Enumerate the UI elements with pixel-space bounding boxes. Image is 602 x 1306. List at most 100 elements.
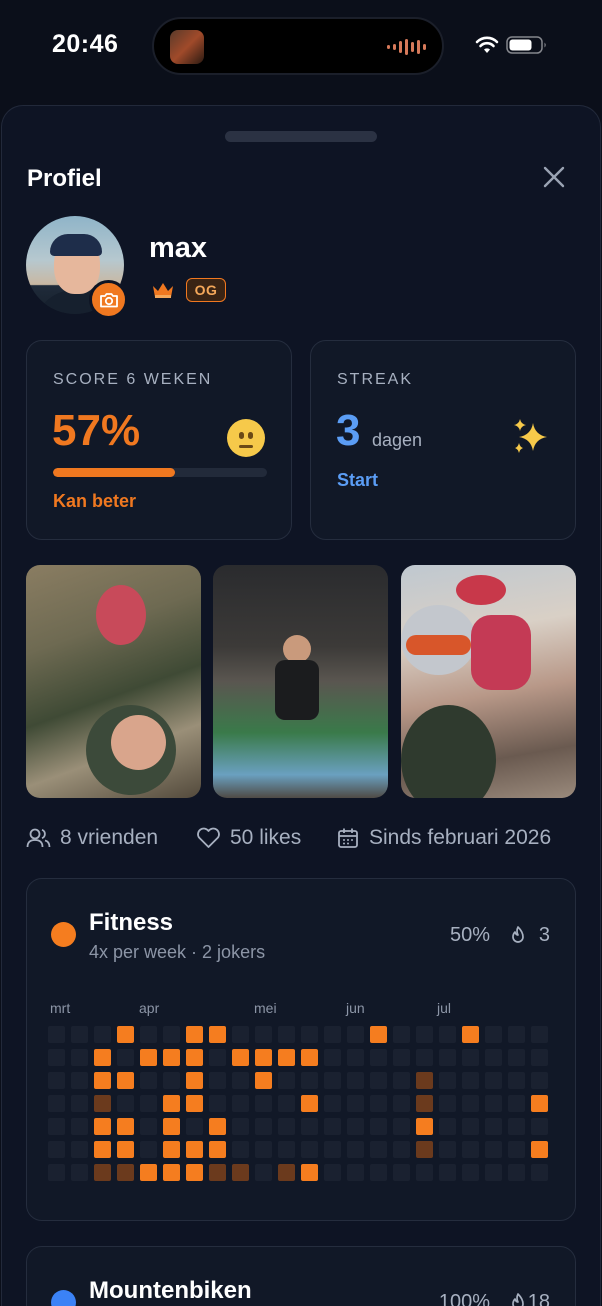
heatmap-cell-empty: [347, 1049, 364, 1066]
heatmap-cell-empty: [232, 1072, 249, 1089]
heatmap-cell-joker: [94, 1164, 111, 1181]
heatmap-cell-empty: [140, 1141, 157, 1158]
sport-subtitle: 4x per week · 2 jokers: [89, 942, 266, 962]
sport-name: Fitness: [89, 909, 174, 936]
heatmap-cell-empty: [462, 1118, 479, 1135]
sparkles-icon: [514, 419, 547, 453]
heatmap-cell-done: [94, 1118, 111, 1135]
heatmap-cell-done: [186, 1164, 203, 1181]
heatmap-cell-empty: [301, 1026, 318, 1043]
flame-icon: [512, 926, 524, 943]
heatmap-cell-empty: [324, 1164, 341, 1181]
profile-photo-3[interactable]: [401, 565, 576, 798]
heatmap-cell-empty: [485, 1118, 502, 1135]
heatmap-cell-empty: [71, 1141, 88, 1158]
heatmap-cell-empty: [531, 1072, 548, 1089]
users-icon: [26, 828, 51, 848]
heatmap-cell-done: [163, 1095, 180, 1112]
heatmap-cell-empty: [347, 1072, 364, 1089]
heatmap-cell-done: [278, 1049, 295, 1066]
heatmap-cell-empty: [462, 1095, 479, 1112]
sport-color-dot: [51, 922, 76, 947]
heatmap-cell-joker: [209, 1164, 226, 1181]
heart-icon: [197, 827, 220, 848]
og-badge: OG: [186, 278, 226, 302]
heatmap-cell-done: [94, 1072, 111, 1089]
heatmap-cell-empty: [393, 1049, 410, 1066]
heatmap-cell-empty: [140, 1072, 157, 1089]
dynamic-island[interactable]: [152, 17, 444, 75]
heatmap-cell-empty: [370, 1118, 387, 1135]
sport-percent: 100%: [438, 1291, 490, 1306]
heatmap-cell-empty: [94, 1026, 111, 1043]
friends-count[interactable]: 8 vrienden: [26, 824, 158, 852]
month-label: mei: [254, 1000, 277, 1016]
heatmap-cell-empty: [393, 1095, 410, 1112]
heatmap-cell-empty: [186, 1118, 203, 1135]
heatmap-cell-done: [531, 1141, 548, 1158]
heatmap-cell-empty: [255, 1095, 272, 1112]
profile-photo-2[interactable]: [213, 565, 388, 798]
heatmap-cell-empty: [370, 1141, 387, 1158]
heatmap-cell-empty: [393, 1164, 410, 1181]
score-card[interactable]: SCORE 6 WEKEN 57% Kan beter: [26, 340, 292, 540]
heatmap-cell-done: [370, 1026, 387, 1043]
score-status: Kan beter: [53, 491, 137, 511]
heatmap-cell-empty: [370, 1095, 387, 1112]
profile-photo-1[interactable]: [26, 565, 201, 798]
sheet-grabber[interactable]: [225, 131, 377, 142]
heatmap-cell-done: [140, 1164, 157, 1181]
heatmap-cell-joker: [278, 1164, 295, 1181]
calendar-icon: [338, 828, 358, 848]
member-since: Sinds februari 2026: [336, 824, 551, 852]
heatmap-cell-empty: [416, 1164, 433, 1181]
heatmap-cell-joker: [416, 1095, 433, 1112]
streak-card[interactable]: STREAK 3 dagen Start: [310, 340, 576, 540]
heatmap-cell-empty: [508, 1026, 525, 1043]
heatmap-cell-empty: [209, 1049, 226, 1066]
close-icon[interactable]: [540, 163, 568, 191]
heatmap-cell-empty: [71, 1118, 88, 1135]
likes-count[interactable]: 50 likes: [196, 824, 301, 852]
heatmap-cell-empty: [485, 1026, 502, 1043]
heatmap-cell-empty: [508, 1095, 525, 1112]
battery-icon: [506, 36, 546, 54]
score-label: SCORE 6 WEKEN: [53, 371, 213, 388]
heatmap-cell-done: [301, 1164, 318, 1181]
heatmap-cell-empty: [163, 1072, 180, 1089]
change-photo-button[interactable]: [89, 280, 128, 319]
heatmap-cell-empty: [48, 1072, 65, 1089]
month-label: jul: [437, 1000, 452, 1016]
heatmap-cell-empty: [462, 1072, 479, 1089]
heatmap-cell-empty: [324, 1118, 341, 1135]
heatmap-cell-empty: [232, 1141, 249, 1158]
heatmap-cell-empty: [163, 1026, 180, 1043]
heatmap-cell-done: [232, 1049, 249, 1066]
heatmap-cell-empty: [531, 1049, 548, 1066]
profile-username: max: [149, 232, 208, 264]
heatmap-cell-empty: [462, 1164, 479, 1181]
heatmap-cell-joker: [416, 1072, 433, 1089]
month-label: mrt: [50, 1000, 71, 1016]
heatmap-cell-empty: [347, 1141, 364, 1158]
heatmap-cell-empty: [347, 1095, 364, 1112]
heatmap-cell-done: [140, 1049, 157, 1066]
heatmap-cell-empty: [278, 1095, 295, 1112]
heatmap-cell-empty: [117, 1049, 134, 1066]
heatmap-cell-empty: [48, 1049, 65, 1066]
heatmap-cell-empty: [278, 1072, 295, 1089]
heatmap-cell-done: [186, 1095, 203, 1112]
heatmap-cell-empty: [439, 1118, 456, 1135]
heatmap-cell-empty: [301, 1118, 318, 1135]
heatmap-cell-empty: [485, 1164, 502, 1181]
heatmap-cell-done: [186, 1049, 203, 1066]
heatmap-cell-empty: [393, 1118, 410, 1135]
heatmap-cell-empty: [48, 1141, 65, 1158]
heatmap-cell-done: [117, 1118, 134, 1135]
heatmap-cell-empty: [324, 1049, 341, 1066]
score-progress-fill: [53, 468, 175, 477]
heatmap-cell-done: [186, 1026, 203, 1043]
heatmap-cell-empty: [278, 1118, 295, 1135]
heatmap-cell-done: [255, 1049, 272, 1066]
heatmap-cell-done: [531, 1095, 548, 1112]
